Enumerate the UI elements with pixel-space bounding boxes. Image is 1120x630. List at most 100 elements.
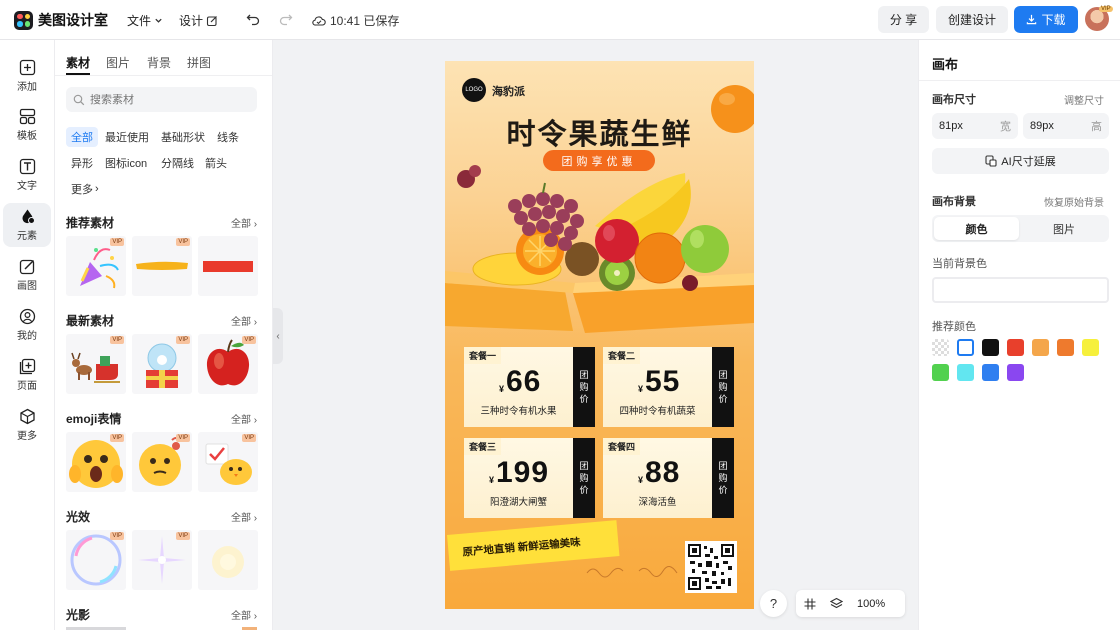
- rail-label: 我的: [17, 331, 37, 342]
- resize-link[interactable]: 调整尺寸: [1064, 92, 1104, 107]
- height-field[interactable]: 89px 高: [1023, 113, 1109, 139]
- swatch-cyan[interactable]: [957, 364, 974, 381]
- chip-irregular[interactable]: 异形: [66, 153, 98, 173]
- rail-item-add[interactable]: 添加: [3, 54, 51, 98]
- chip-all[interactable]: 全部: [66, 127, 98, 147]
- asset-sparkle-light[interactable]: VIP: [132, 530, 192, 590]
- asset-snow-globe[interactable]: VIP: [132, 334, 192, 394]
- asset-yellow-brush[interactable]: VIP: [132, 236, 192, 296]
- section-all-link[interactable]: 全部 ›: [231, 215, 257, 230]
- tab-collage[interactable]: 拼图: [187, 54, 211, 71]
- asset-red-bar[interactable]: [198, 236, 258, 296]
- chip-recent[interactable]: 最近使用: [100, 127, 154, 147]
- segment-color[interactable]: 颜色: [934, 217, 1019, 240]
- file-menu[interactable]: 文件: [127, 12, 163, 29]
- tab-background[interactable]: 背景: [147, 54, 171, 71]
- zoom-level[interactable]: 100%: [857, 598, 885, 610]
- package-desc: 三种时令有机水果: [480, 406, 557, 417]
- asset-party-popper[interactable]: VIP: [66, 236, 126, 296]
- swatch-orange[interactable]: [1057, 339, 1074, 356]
- swatch-green[interactable]: [932, 364, 949, 381]
- redo-icon[interactable]: [279, 12, 293, 26]
- vip-badge: VIP: [110, 434, 124, 442]
- rail-item-mine[interactable]: 我的: [3, 303, 51, 347]
- package-price: 55: [645, 365, 681, 398]
- rail-item-draw[interactable]: 画图: [3, 253, 51, 297]
- asset-scared-emoji[interactable]: VIP: [66, 432, 126, 492]
- chip-shapes[interactable]: 基础形状: [156, 127, 210, 147]
- chip-lines[interactable]: 线条: [212, 127, 244, 147]
- undo-icon[interactable]: [246, 12, 260, 26]
- asset-bubble-light[interactable]: VIP: [66, 530, 126, 590]
- create-design-button[interactable]: 创建设计: [936, 6, 1008, 33]
- rail-label: 文字: [17, 181, 37, 192]
- height-value: 89px: [1030, 120, 1054, 132]
- asset-chick-emoji[interactable]: VIP: [198, 432, 258, 492]
- asset-glow-light[interactable]: [198, 530, 258, 590]
- section-all-link[interactable]: 全部 ›: [231, 509, 257, 524]
- swatch-black[interactable]: [982, 339, 999, 356]
- vip-badge: VIP: [110, 532, 124, 540]
- group-price-strip: 团购价: [712, 347, 734, 427]
- package-tag: 套餐二: [603, 347, 641, 364]
- search-input[interactable]: [90, 93, 250, 106]
- help-button[interactable]: ?: [760, 590, 787, 617]
- tab-image[interactable]: 图片: [106, 54, 130, 71]
- width-field[interactable]: 81px 宽: [932, 113, 1018, 139]
- reset-bg-link[interactable]: 恢复原始背景: [1044, 194, 1104, 209]
- vip-badge: VIP: [110, 336, 124, 344]
- swatch-light-orange[interactable]: [1032, 339, 1049, 356]
- swatch-yellow[interactable]: [1082, 339, 1099, 356]
- rail-item-element[interactable]: 元素: [3, 203, 51, 247]
- search-box[interactable]: [66, 87, 257, 112]
- swatch-red[interactable]: [1007, 339, 1024, 356]
- asset-thinking-emoji[interactable]: VIP: [132, 432, 192, 492]
- section-all-link[interactable]: 全部 ›: [231, 607, 257, 622]
- layers-icon[interactable]: [830, 597, 843, 610]
- current-bg-swatch[interactable]: [932, 277, 1109, 303]
- package-card[interactable]: 套餐二 团购价 ¥ 55 四种时令有机蔬菜: [603, 347, 734, 427]
- rail-item-more[interactable]: 更多: [3, 403, 51, 447]
- chip-icons[interactable]: 图标icon: [100, 153, 152, 173]
- share-button[interactable]: 分 享: [878, 6, 929, 33]
- chip-arrows[interactable]: 箭头: [200, 153, 232, 173]
- asset-reindeer-sleigh[interactable]: VIP: [66, 334, 126, 394]
- package-card[interactable]: 套餐三 团购价 ¥ 199 阳澄湖大闸蟹: [464, 438, 595, 518]
- width-unit: 宽: [1000, 121, 1011, 133]
- package-tag: 套餐四: [603, 438, 641, 455]
- grid-icon[interactable]: [804, 598, 816, 610]
- qr-code: [685, 541, 737, 593]
- ai-extend-button[interactable]: AI尺寸延展: [932, 148, 1109, 174]
- download-button[interactable]: 下载: [1014, 6, 1078, 33]
- segment-image[interactable]: 图片: [1021, 217, 1107, 240]
- asset-red-apple[interactable]: VIP: [198, 334, 258, 394]
- swatch-white[interactable]: [957, 339, 974, 356]
- vip-badge: VIP: [110, 238, 124, 246]
- poster-canvas[interactable]: LOGO 海豹派 时令果蔬生鲜 团购享优惠 套餐一 团购价 ¥ 66 三种时令有…: [445, 61, 754, 609]
- bg-type-segment: 颜色 图片: [932, 215, 1109, 242]
- section-all-link[interactable]: 全部 ›: [231, 313, 257, 328]
- vip-badge: VIP: [176, 238, 190, 246]
- chip-dividers[interactable]: 分隔线: [156, 153, 199, 173]
- strip-char: 购: [579, 382, 589, 392]
- package-card[interactable]: 套餐一 团购价 ¥ 66 三种时令有机水果: [464, 347, 595, 427]
- collapse-panel-button[interactable]: ‹: [273, 308, 283, 364]
- swatch-purple[interactable]: [1007, 364, 1024, 381]
- yen-sign: ¥: [489, 475, 495, 485]
- file-menu-label: 文件: [127, 14, 152, 28]
- yen-sign: ¥: [638, 384, 644, 394]
- rail-item-text[interactable]: 文字: [3, 153, 51, 197]
- section-all-link[interactable]: 全部 ›: [231, 411, 257, 426]
- design-menu[interactable]: 设计: [179, 12, 218, 29]
- rail-item-page[interactable]: 页面: [3, 353, 51, 397]
- swatch-blue[interactable]: [982, 364, 999, 381]
- yen-sign: ¥: [499, 384, 505, 394]
- tab-material[interactable]: 素材: [66, 54, 90, 71]
- swatch-transparent[interactable]: [932, 339, 949, 356]
- chip-more[interactable]: 更多 ›: [66, 179, 104, 199]
- chevron-down-icon: [155, 18, 162, 23]
- package-card[interactable]: 套餐四 团购价 ¥ 88 深海活鱼: [603, 438, 734, 518]
- left-rail: 添加 模板 文字 元素 画图 我的 页面 更多: [0, 40, 55, 630]
- rail-item-template[interactable]: 模板: [3, 103, 51, 147]
- app-logo[interactable]: 美图设计室: [14, 10, 108, 30]
